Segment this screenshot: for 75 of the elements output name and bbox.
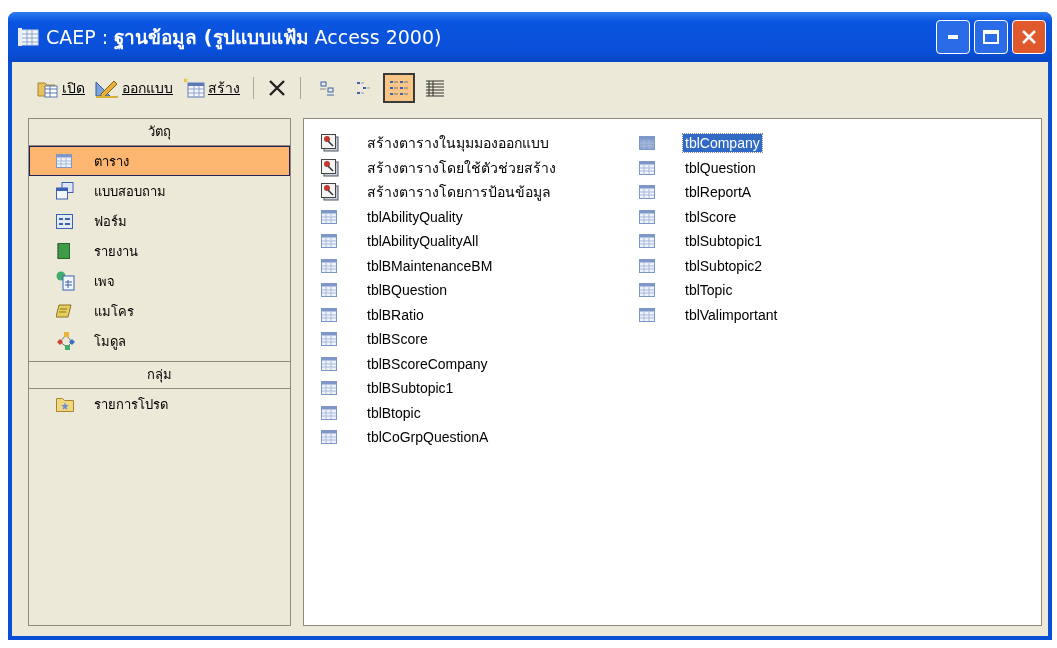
table-item[interactable]: tblBSubtopic1 xyxy=(314,376,632,401)
stacked-tables-icon xyxy=(56,182,76,200)
table-icon xyxy=(639,234,657,249)
table-item[interactable]: tblSubtopic1 xyxy=(632,229,950,254)
table-item[interactable]: tblBRatio xyxy=(314,302,632,327)
delete-icon xyxy=(268,79,286,97)
table-icon xyxy=(321,209,339,224)
object-type-item[interactable]: โมดูล xyxy=(29,326,290,356)
table-icon xyxy=(321,332,339,347)
table-icon xyxy=(321,307,339,322)
object-type-item[interactable]: รายการโปรด xyxy=(29,389,290,419)
details-view-icon xyxy=(424,79,446,97)
table-icon xyxy=(639,258,657,273)
table-icon xyxy=(321,283,339,298)
object-type-item[interactable]: แบบสอบถาม xyxy=(29,176,290,206)
table-item[interactable]: tblValimportant xyxy=(632,302,950,327)
table-icon xyxy=(321,234,339,249)
ruler-pencil-icon xyxy=(95,78,119,98)
table-icon xyxy=(321,405,339,420)
table-icon xyxy=(639,136,657,151)
minimize-icon xyxy=(948,35,958,39)
table-icon xyxy=(639,185,657,200)
table-icon xyxy=(18,27,40,47)
table-icon xyxy=(639,160,657,175)
object-type-item[interactable]: ตาราง xyxy=(29,146,290,176)
new-table-icon xyxy=(183,78,205,98)
object-type-item[interactable]: แมโคร xyxy=(29,296,290,326)
close-icon xyxy=(1021,29,1037,45)
small-icons-icon xyxy=(354,80,372,96)
list-view-button[interactable] xyxy=(383,73,415,103)
table-item[interactable]: tblAbilityQualityAll xyxy=(314,229,632,254)
table-icon xyxy=(639,307,657,322)
table-item[interactable]: tblBtopic xyxy=(314,400,632,425)
wizard-icon xyxy=(321,183,339,202)
table-item[interactable]: tblCompany xyxy=(632,131,950,156)
maximize-icon xyxy=(983,30,999,44)
open-button[interactable]: เปิด xyxy=(34,75,88,101)
object-type-item[interactable]: ฟอร์ม xyxy=(29,206,290,236)
table-item[interactable]: tblTopic xyxy=(632,278,950,303)
table-item[interactable]: tblBScore xyxy=(314,327,632,352)
create-table-shortcut[interactable]: สร้างตารางโดยการป้อนข้อมูล xyxy=(314,180,632,205)
object-type-item[interactable]: เพจ xyxy=(29,266,290,296)
form-icon xyxy=(56,213,76,229)
window-title: CAEP : ฐานข้อมูล (รูปแบบแฟ้ม Access 2000) xyxy=(46,25,442,52)
maximize-button[interactable] xyxy=(974,20,1008,54)
table-icon xyxy=(639,283,657,298)
table-icon xyxy=(321,356,339,371)
table-icon xyxy=(321,258,339,273)
table-icon xyxy=(321,430,339,445)
design-button[interactable]: ออกแบบ xyxy=(92,75,176,101)
wizard-icon xyxy=(321,134,339,153)
table-icon xyxy=(321,381,339,396)
table-item[interactable]: tblBMaintenanceBM xyxy=(314,253,632,278)
folder-star-icon xyxy=(56,396,76,412)
wizard-icon xyxy=(321,158,339,177)
table-item[interactable]: tblReportA xyxy=(632,180,950,205)
close-button[interactable] xyxy=(1012,20,1046,54)
table-item[interactable]: tblBQuestion xyxy=(314,278,632,303)
new-button[interactable]: สร้าง xyxy=(180,75,243,101)
table-item[interactable]: tblSubtopic2 xyxy=(632,253,950,278)
group-header[interactable]: กลุ่ม xyxy=(29,361,290,389)
create-table-shortcut[interactable]: สร้างตารางโดยใช้ตัวช่วยสร้าง xyxy=(314,155,632,180)
table-item[interactable]: tblScore xyxy=(632,204,950,229)
table-icon xyxy=(639,209,657,224)
table-item[interactable]: tblQuestion xyxy=(632,155,950,180)
minimize-button[interactable] xyxy=(936,20,970,54)
table-item[interactable]: tblAbilityQuality xyxy=(314,204,632,229)
web-page-icon xyxy=(56,271,76,291)
table-item[interactable]: tblBScoreCompany xyxy=(314,351,632,376)
module-icon xyxy=(56,332,76,350)
create-table-shortcut[interactable]: สร้างตารางในมุมมองออกแบบ xyxy=(314,131,632,156)
table-item[interactable]: tblCoGrpQuestionA xyxy=(314,425,632,450)
large-icons-icon xyxy=(318,80,336,96)
object-type-item[interactable]: รายงาน xyxy=(29,236,290,266)
list-view-icon xyxy=(388,78,410,98)
